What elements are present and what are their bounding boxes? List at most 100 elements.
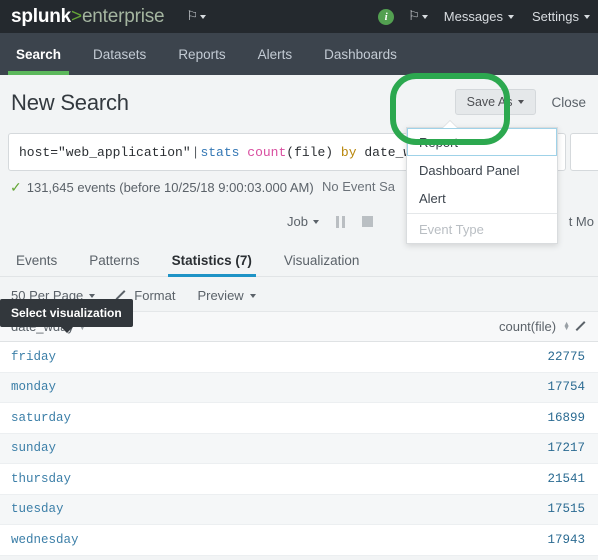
pencil-icon[interactable] xyxy=(577,321,588,332)
menu-separator xyxy=(407,213,557,214)
cell-count[interactable]: 17943 xyxy=(547,533,598,547)
messages-label: Messages xyxy=(443,9,504,24)
app-selector[interactable]: ⚐ xyxy=(186,8,207,23)
column-label: count(file) xyxy=(498,319,557,334)
chevron-down-icon xyxy=(508,14,515,19)
logo-text-chevron: > xyxy=(71,5,82,27)
results-tabs: Events Patterns Statistics (7) Visualiza… xyxy=(0,245,598,277)
app-navbar: Search Datasets Reports Alerts Dashboard… xyxy=(0,33,598,75)
chevron-down-icon xyxy=(421,14,428,19)
nav-item-reports[interactable]: Reports xyxy=(162,33,241,75)
menu-item-dashboard-panel[interactable]: Dashboard Panel xyxy=(407,156,557,184)
settings-menu[interactable]: Settings xyxy=(532,9,590,24)
select-visualization-tooltip: Select visualization xyxy=(0,299,133,333)
tab-label: Visualization xyxy=(283,253,360,268)
save-as-button[interactable]: Save As xyxy=(454,89,537,115)
nav-item-dashboards[interactable]: Dashboards xyxy=(308,33,413,75)
menu-item-report[interactable]: Report xyxy=(407,128,557,156)
table-row[interactable]: friday 22775 xyxy=(0,342,598,373)
splunk-logo[interactable]: splunk > enterprise xyxy=(11,5,165,28)
table-row[interactable]: monday 17754 xyxy=(0,372,598,403)
nav-item-search[interactable]: Search xyxy=(0,33,77,75)
chevron-down-icon xyxy=(200,14,207,19)
cell-count[interactable]: 22775 xyxy=(547,350,598,364)
table-row[interactable]: sunday 17217 xyxy=(0,433,598,464)
chevron-down-icon xyxy=(312,219,319,224)
query-token-field: (file) xyxy=(286,144,334,160)
save-as-dropdown-menu: Report Dashboard Panel Alert Event Type xyxy=(406,127,558,244)
cell-date-wday[interactable]: thursday xyxy=(0,472,547,486)
cell-count[interactable]: 21541 xyxy=(547,472,598,486)
close-button[interactable]: Close xyxy=(551,95,586,110)
query-token-count: count xyxy=(247,144,287,160)
query-token-host: host="web_application" xyxy=(19,144,191,160)
check-icon: ✓ xyxy=(10,179,22,195)
cell-date-wday[interactable]: friday xyxy=(0,350,547,364)
job-menu[interactable]: Job xyxy=(287,214,319,229)
splunk-search-page: splunk > enterprise ⚐ i ⚐ Messages Setting… xyxy=(0,0,598,560)
cell-count[interactable]: 16899 xyxy=(547,411,598,425)
format-label: Format xyxy=(134,288,176,303)
cell-date-wday[interactable]: wednesday xyxy=(0,533,547,547)
flag-icon: ⚐ xyxy=(186,8,199,23)
settings-label: Settings xyxy=(532,9,579,24)
flag-icon: ⚐ xyxy=(408,8,420,23)
stop-icon[interactable] xyxy=(361,216,373,227)
tab-patterns[interactable]: Patterns xyxy=(73,253,155,276)
table-row[interactable]: saturday 16899 xyxy=(0,403,598,434)
menu-item-alert[interactable]: Alert xyxy=(407,184,557,212)
job-label: Job xyxy=(287,214,308,229)
cell-count[interactable]: 17217 xyxy=(547,441,598,455)
global-topbar: splunk > enterprise ⚐ i ⚐ Messages Setting… xyxy=(0,0,598,33)
time-range-picker[interactable] xyxy=(570,133,598,171)
tab-visualization[interactable]: Visualization xyxy=(268,253,376,276)
cell-date-wday[interactable]: saturday xyxy=(0,411,547,425)
column-header-count-file[interactable]: count(file) ▲ ▼ xyxy=(499,319,598,334)
cell-date-wday[interactable]: tuesday xyxy=(0,502,547,516)
search-mode-label[interactable]: t Mo xyxy=(569,214,594,229)
nav-label: Dashboards xyxy=(324,46,397,62)
cell-date-wday[interactable]: monday xyxy=(0,380,547,394)
search-header-actions: Save As Close xyxy=(454,89,598,115)
activity-flag-icon-group[interactable]: ⚐ xyxy=(408,8,428,23)
tab-statistics[interactable]: Statistics (7) xyxy=(156,253,268,277)
sort-icon: ▲▼ xyxy=(563,320,570,332)
save-as-label: Save As xyxy=(466,95,513,109)
nav-item-datasets[interactable]: Datasets xyxy=(77,33,162,75)
query-token-by: by xyxy=(340,144,357,160)
cell-count[interactable]: 17754 xyxy=(547,380,598,394)
preview-label: Preview xyxy=(197,288,244,303)
nav-label: Alerts xyxy=(257,46,293,62)
pause-icon[interactable] xyxy=(335,215,346,228)
tab-label: Patterns xyxy=(89,253,140,268)
chevron-down-icon xyxy=(89,293,96,298)
tab-label: Statistics (7) xyxy=(171,253,252,268)
menu-item-label: Event Type xyxy=(419,221,484,237)
statistics-table: date_wday ▲▼ count(file) ▲▼ friday 22775… xyxy=(0,312,598,556)
job-controls: Job xyxy=(287,214,373,229)
chevron-down-icon xyxy=(518,100,525,104)
chevron-down-icon xyxy=(249,293,256,298)
logo-text-enterprise: enterprise xyxy=(81,5,165,27)
logo-text-splunk: splunk xyxy=(11,5,72,27)
events-count-text: 131,645 events (before 10/25/18 9:00:03.… xyxy=(26,180,314,195)
info-icon[interactable]: i xyxy=(378,8,395,25)
chevron-down-icon xyxy=(584,14,590,19)
table-row[interactable]: thursday 21541 xyxy=(0,464,598,495)
nav-item-alerts[interactable]: Alerts xyxy=(242,33,309,75)
menu-item-label: Alert xyxy=(419,190,446,206)
topbar-right-group: i ⚐ Messages Settings xyxy=(378,0,598,33)
messages-menu[interactable]: Messages xyxy=(443,9,515,24)
cell-count[interactable]: 17515 xyxy=(547,502,598,516)
menu-item-label: Report xyxy=(419,134,459,150)
event-sampling-label[interactable]: No Event Sa xyxy=(322,179,395,194)
nav-label: Reports xyxy=(178,46,226,62)
table-row[interactable]: tuesday 17515 xyxy=(0,494,598,525)
cell-date-wday[interactable]: sunday xyxy=(0,441,547,455)
nav-label: Search xyxy=(16,46,62,62)
preview-selector[interactable]: Preview xyxy=(186,288,266,303)
search-status: ✓ 131,645 events (before 10/25/18 9:00:0… xyxy=(10,179,314,196)
tab-events[interactable]: Events xyxy=(0,253,73,276)
table-row[interactable]: wednesday 17943 xyxy=(0,525,598,556)
menu-item-event-type: Event Type xyxy=(407,215,557,243)
